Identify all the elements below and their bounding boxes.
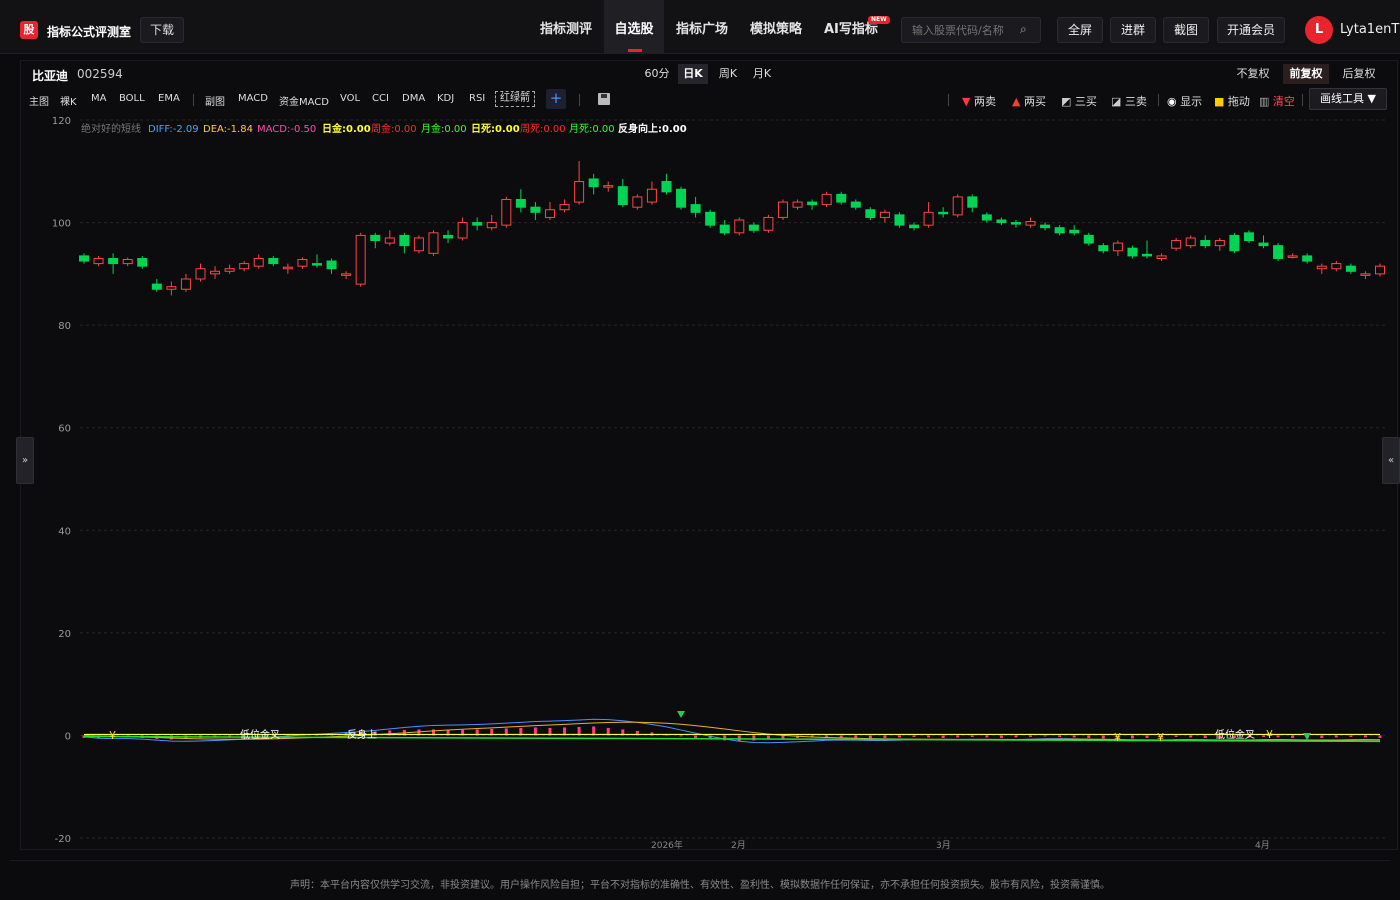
avatar[interactable]: L bbox=[1305, 16, 1333, 44]
tool-sell3[interactable]: ◪ 三卖 bbox=[1111, 93, 1147, 109]
tool-sell2-label: 两卖 bbox=[973, 95, 996, 108]
indicator-ma[interactable]: MA bbox=[91, 93, 106, 104]
nav-ai-indicator[interactable]: AI写指标 NEW bbox=[824, 0, 890, 54]
nav-indicator-square[interactable]: 指标广场 bbox=[676, 0, 728, 54]
membership-button[interactable]: 开通会员 bbox=[1217, 17, 1285, 43]
indicator-fund-macd[interactable]: 资金MACD bbox=[279, 93, 329, 108]
tool-drag[interactable]: ■ 拖动 bbox=[1214, 93, 1250, 109]
tool-buy2-label: 两买 bbox=[1023, 95, 1046, 108]
search-icon[interactable]: ⌕ bbox=[1020, 22, 1027, 37]
tool-sell2[interactable]: ▼ 两卖 bbox=[962, 93, 996, 109]
top-bar: 股 指标公式评测室 下载 指标测评 自选股 指标广场 模拟策略 AI写指标 NE… bbox=[0, 0, 1400, 54]
app-logo: 股 bbox=[20, 21, 38, 39]
divider bbox=[948, 94, 949, 106]
stock-name: 比亚迪 bbox=[32, 69, 69, 83]
divider bbox=[579, 94, 580, 106]
nav-indicator-review[interactable]: 指标测评 bbox=[540, 0, 592, 54]
indicator-dma[interactable]: DMA bbox=[402, 93, 425, 104]
indicator-main[interactable]: 主图 bbox=[29, 93, 49, 108]
period-60min[interactable]: 60分 bbox=[642, 64, 672, 84]
tool-show-label: 显示 bbox=[1180, 95, 1203, 108]
nav-watchlist[interactable]: 自选股 bbox=[604, 0, 664, 54]
eye-icon: ◉ bbox=[1167, 95, 1177, 108]
join-group-button[interactable]: 进群 bbox=[1110, 17, 1156, 43]
right-expand-button[interactable]: « bbox=[1382, 437, 1400, 484]
indicator-vol[interactable]: VOL bbox=[340, 93, 360, 104]
indicator-boll[interactable]: BOLL bbox=[119, 93, 145, 104]
tool-buy3-label: 三买 bbox=[1074, 95, 1097, 108]
indicator-macd[interactable]: MACD bbox=[238, 93, 268, 104]
period-day[interactable]: 日K bbox=[678, 64, 708, 84]
left-expand-button[interactable]: » bbox=[16, 437, 34, 484]
nav-simulation-strategy[interactable]: 模拟策略 bbox=[750, 0, 802, 54]
adjust-none[interactable]: 不复权 bbox=[1233, 64, 1273, 84]
tool-clear[interactable]: ▥ 清空 bbox=[1259, 93, 1295, 109]
period-month[interactable]: 月K bbox=[748, 64, 776, 84]
chart-panel bbox=[20, 60, 1398, 850]
indicator-kdj[interactable]: KDJ bbox=[437, 93, 454, 104]
screenshot-button[interactable]: 截图 bbox=[1163, 17, 1209, 43]
tool-sell3-label: 三卖 bbox=[1124, 95, 1147, 108]
add-indicator-button[interactable]: + bbox=[546, 89, 566, 109]
down-triangle-icon: ▼ bbox=[962, 95, 971, 108]
stock-code: 002594 bbox=[77, 67, 123, 81]
fullscreen-button[interactable]: 全屏 bbox=[1057, 17, 1103, 43]
tool-buy3[interactable]: ◩ 三买 bbox=[1061, 93, 1097, 109]
tool-buy2[interactable]: ▲ 两买 bbox=[1012, 93, 1046, 109]
adjust-backward[interactable]: 后复权 bbox=[1338, 64, 1380, 84]
trash-icon: ▥ bbox=[1259, 95, 1270, 108]
tool-clear-label: 清空 bbox=[1272, 95, 1295, 108]
adjust-forward[interactable]: 前复权 bbox=[1283, 64, 1329, 84]
indicator-rsi[interactable]: RSI bbox=[469, 93, 485, 104]
trend-up-icon: ◩ bbox=[1061, 95, 1072, 108]
lock-icon: ■ bbox=[1214, 95, 1225, 108]
tool-drag-label: 拖动 bbox=[1227, 95, 1250, 108]
indicator-naked-k[interactable]: 裸K bbox=[60, 93, 77, 108]
nav-ai-indicator-label: AI写指标 bbox=[824, 22, 878, 37]
username[interactable]: Lyta1enT bbox=[1340, 22, 1399, 37]
download-button[interactable]: 下载 bbox=[140, 17, 184, 43]
indicator-red-green-arrow[interactable]: 红绿箭 bbox=[495, 91, 535, 107]
save-icon[interactable] bbox=[598, 93, 610, 105]
up-triangle-icon: ▲ bbox=[1012, 95, 1021, 108]
app-title: 指标公式评测室 bbox=[47, 25, 132, 39]
divider bbox=[193, 94, 194, 106]
indicator-sub[interactable]: 副图 bbox=[205, 93, 225, 108]
footer-divider bbox=[10, 860, 1390, 861]
indicator-cci[interactable]: CCI bbox=[372, 93, 389, 104]
trend-down-icon: ◪ bbox=[1111, 95, 1122, 108]
period-week[interactable]: 周K bbox=[714, 64, 742, 84]
draw-tools-dropdown[interactable]: 画线工具 ▼ bbox=[1309, 88, 1387, 110]
tool-show[interactable]: ◉ 显示 bbox=[1167, 93, 1202, 109]
new-badge: NEW bbox=[868, 16, 890, 24]
disclaimer: 声明：本平台内容仅供学习交流，非投资建议。用户操作风险自担；平台不对指标的准确性… bbox=[290, 880, 1110, 891]
divider bbox=[1158, 94, 1159, 106]
divider bbox=[1302, 94, 1303, 106]
indicator-ema[interactable]: EMA bbox=[158, 93, 180, 104]
